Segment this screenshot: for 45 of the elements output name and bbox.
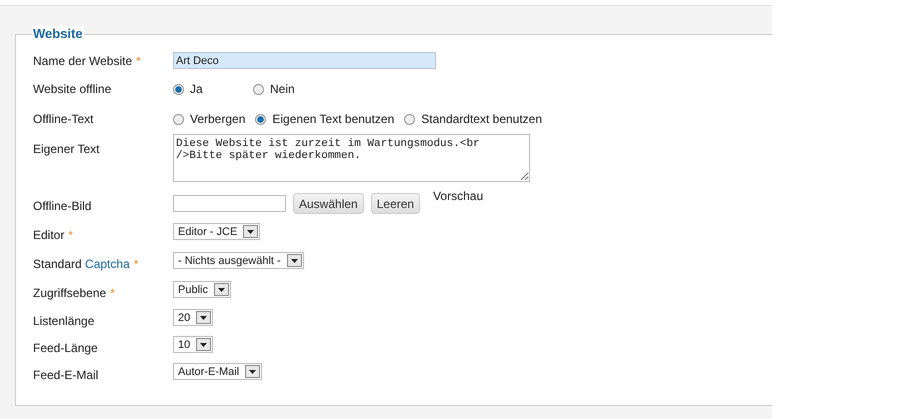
required-marker-label: * (68, 228, 74, 242)
field-label: Offline-Bild (33, 199, 92, 213)
caret-icon (200, 342, 208, 346)
radio-label[interactable]: Ja (190, 82, 203, 96)
field-label: Zugriffsebene (33, 286, 106, 300)
media-button[interactable]: Leeren (370, 193, 420, 214)
required-marker-label: * (110, 286, 115, 300)
required-marker-label: * (134, 257, 138, 271)
field-label: Offline-Text (33, 112, 94, 126)
text-area[interactable]: Diese Website ist zurzeit im Wartungsmodus.<br />Bitte später wiederkommen. (173, 134, 530, 182)
select-dropdown[interactable]: 10 (173, 336, 214, 353)
field-label: Feed-E-Mail (33, 368, 98, 382)
field-label: Website offline (33, 82, 112, 96)
captcha-link[interactable]: Captcha (85, 257, 130, 271)
radio-label[interactable]: Nein (270, 82, 295, 96)
select-dropdown[interactable]: Editor - JCE (173, 223, 260, 240)
field-label: Standard Captcha (33, 257, 130, 271)
field-label: Eigener Text (33, 142, 100, 156)
select-dropdown[interactable]: 20 (173, 309, 214, 326)
input-field[interactable]: Art Deco (173, 52, 436, 69)
caret-icon (200, 316, 208, 320)
radio-label[interactable]: Verbergen (190, 112, 246, 126)
select-dropdown[interactable]: - Nichts ausgewählt - (173, 252, 304, 269)
radio-button[interactable] (404, 114, 416, 124)
preview-label: Vorschau (433, 189, 484, 203)
select-dropdown[interactable]: Autor-E-Mail (173, 363, 262, 380)
field-label: Listenlänge (33, 314, 94, 328)
input-field[interactable] (173, 195, 286, 212)
radio-button[interactable] (253, 84, 264, 94)
select-dropdown[interactable]: Public (173, 281, 231, 298)
field-label: Name der Website (33, 54, 132, 68)
media-button[interactable]: Auswählen (293, 193, 364, 214)
caret-icon (247, 230, 254, 234)
required-marker-label: * (136, 54, 141, 68)
radio-label[interactable]: Standardtext benutzen (421, 112, 542, 126)
radio-button[interactable] (255, 114, 266, 124)
caret-icon (290, 258, 298, 262)
radio-button[interactable] (173, 114, 184, 124)
caret-icon (218, 288, 225, 292)
radio-label[interactable]: Eigenen Text benutzen (272, 112, 394, 126)
section-legend: Website (32, 26, 84, 41)
caret-icon (249, 370, 256, 374)
field-label: Editor (33, 228, 64, 242)
field-label: Feed-Länge (33, 341, 98, 355)
radio-button[interactable] (173, 84, 184, 94)
